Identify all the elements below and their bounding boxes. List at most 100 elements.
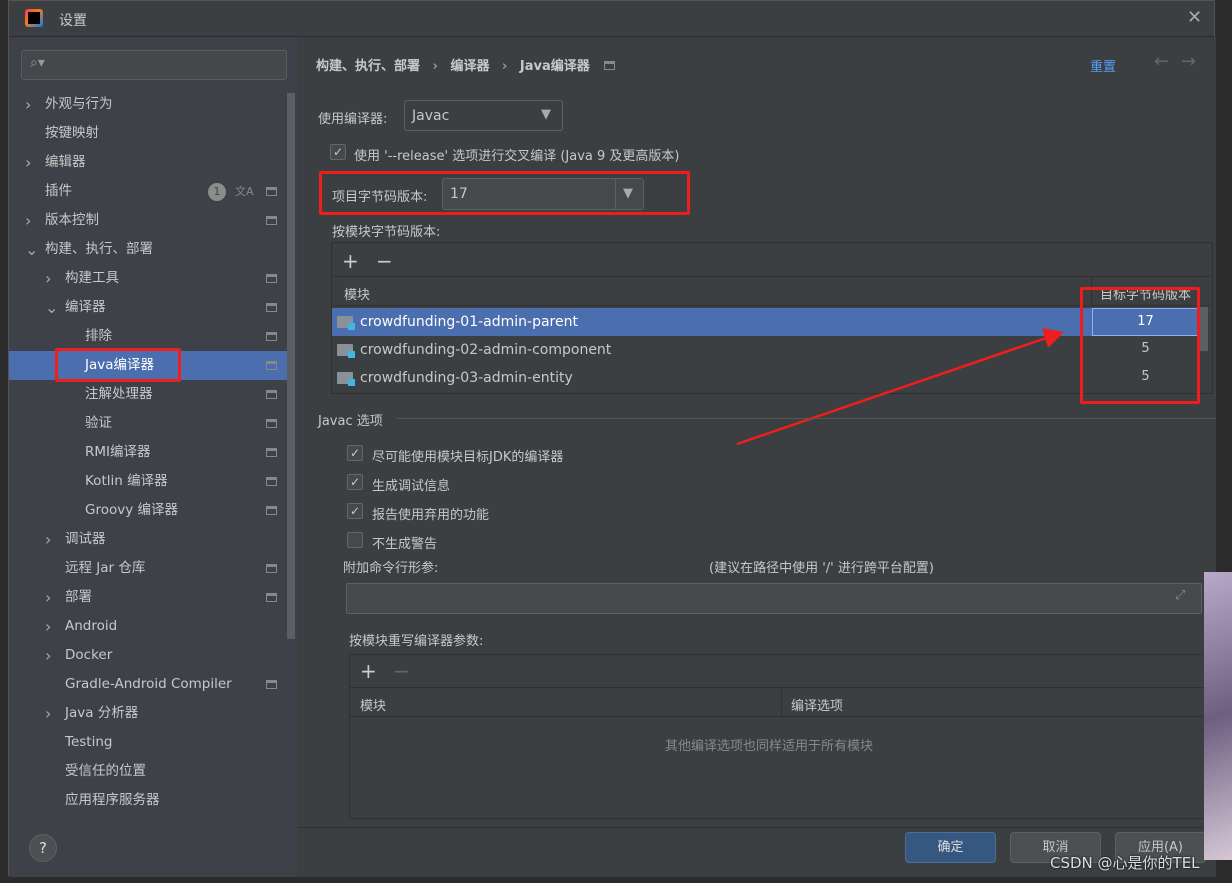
ok-button[interactable]: 确定 — [905, 832, 996, 863]
compiler-label: 使用编译器: — [318, 112, 388, 127]
sidebar-item-label: Kotlin 编译器 — [85, 473, 168, 489]
pin-icon[interactable] — [604, 61, 616, 70]
sidebar-item[interactable]: › 版本控制 — [9, 206, 287, 235]
cmd-hint: (建议在路径中使用 '/' 进行跨平台配置) — [709, 561, 934, 576]
add-icon[interactable]: + — [342, 249, 359, 273]
sidebar-item[interactable]: › 外观与行为 — [9, 90, 287, 119]
update-badge: 1 — [208, 183, 226, 201]
table-scrollbar[interactable] — [1200, 307, 1208, 351]
sidebar-item[interactable]: Kotlin 编译器 — [9, 467, 287, 496]
release-checkbox[interactable]: ✓ — [330, 144, 346, 160]
sidebar-item-label: 部署 — [65, 589, 92, 605]
sidebar-item[interactable]: Gradle-Android Compiler — [9, 670, 287, 699]
chevron-right-icon[interactable]: › — [45, 264, 51, 293]
pin-icon — [266, 564, 277, 573]
module-name: crowdfunding-03-admin-entity — [360, 370, 573, 386]
sidebar-item[interactable]: › 部署 — [9, 583, 287, 612]
pin-icon — [266, 680, 277, 689]
sidebar-item[interactable]: 按键映射 — [9, 119, 287, 148]
cmd-input[interactable]: ⤢ — [346, 583, 1202, 614]
compiler-select[interactable]: Javac ▼ — [404, 100, 563, 131]
sidebar-item-label: 验证 — [85, 415, 112, 431]
chevron-down-icon[interactable]: ⌄ — [45, 293, 58, 322]
option-checkbox[interactable]: ✓ — [347, 445, 363, 461]
column-header-options[interactable]: 编译选项 — [791, 695, 843, 714]
chevron-right-icon[interactable]: › — [45, 699, 51, 728]
pin-icon — [266, 477, 277, 486]
sidebar-item[interactable]: 应用程序服务器 — [9, 786, 287, 815]
sidebar-item[interactable]: 排除 — [9, 322, 287, 351]
help-button[interactable]: ? — [29, 834, 57, 862]
option-checkbox[interactable] — [347, 532, 363, 548]
sidebar-item[interactable]: 远程 Jar 仓库 — [9, 554, 287, 583]
pin-icon — [266, 506, 277, 515]
chevron-right-icon[interactable]: › — [45, 583, 51, 612]
pin-icon — [266, 361, 277, 370]
sidebar-item[interactable]: 验证 — [9, 409, 287, 438]
chevron-right-icon[interactable]: › — [25, 206, 31, 235]
sidebar-item[interactable]: › 构建工具 — [9, 264, 287, 293]
breadcrumb-item[interactable]: 编译器 — [450, 59, 489, 74]
sidebar-item-label: 外观与行为 — [45, 96, 113, 112]
chevron-right-icon[interactable]: › — [45, 612, 51, 641]
main-panel: 构建、执行、部署 › 编译器 › Java编译器 重置 ← → 使用编译器: J… — [297, 37, 1216, 827]
folder-icon — [337, 316, 355, 330]
pin-icon — [266, 419, 277, 428]
option-label: 生成调试信息 — [372, 479, 451, 494]
sidebar-item[interactable]: › 编辑器 — [9, 148, 287, 177]
chevron-right-icon[interactable]: › — [45, 525, 51, 554]
reset-link[interactable]: 重置 — [1090, 56, 1116, 75]
sidebar-item[interactable]: ⌄ 构建、执行、部署 — [9, 235, 287, 264]
override-label: 按模块重写编译器参数: — [349, 634, 484, 649]
sidebar-item[interactable]: Groovy 编译器 — [9, 496, 287, 525]
sidebar-item-label: 按键映射 — [45, 125, 99, 141]
pin-icon — [266, 216, 277, 225]
cmd-label: 附加命令行形参: — [343, 561, 439, 576]
sidebar-item-label: 编译器 — [65, 299, 106, 315]
option-label: 尽可能使用模块目标JDK的编译器 — [372, 450, 564, 465]
window-title: 设置 — [59, 13, 87, 29]
override-table: + − 模块 编译选项 其他编译选项也同样适用于所有模块 — [349, 654, 1209, 819]
expand-icon[interactable]: ⤢ — [1175, 588, 1185, 603]
sidebar-item[interactable]: › Docker — [9, 641, 287, 670]
sidebar-item[interactable]: › 调试器 — [9, 525, 287, 554]
chevron-right-icon[interactable]: › — [25, 148, 31, 177]
sidebar-scrollbar[interactable] — [287, 93, 295, 639]
sidebar-item[interactable]: › Java 分析器 — [9, 699, 287, 728]
chevron-right-icon[interactable]: › — [45, 641, 51, 670]
sidebar-item-label: Groovy 编译器 — [85, 502, 179, 518]
module-name: crowdfunding-01-admin-parent — [360, 314, 578, 330]
forward-arrow-icon[interactable]: → — [1181, 51, 1196, 72]
sidebar-item[interactable]: 插件 1 文A — [9, 177, 287, 206]
back-arrow-icon[interactable]: ← — [1154, 51, 1169, 72]
pin-icon — [266, 390, 277, 399]
remove-icon[interactable]: − — [376, 249, 393, 273]
chevron-right-icon[interactable]: › — [25, 90, 31, 119]
javac-section-title: Javac 选项 — [318, 414, 383, 429]
search-input[interactable]: ⌕▾ — [21, 50, 287, 80]
option-label: 不生成警告 — [372, 537, 438, 552]
option-checkbox[interactable]: ✓ — [347, 474, 363, 490]
column-header-module[interactable]: 模块 — [360, 695, 386, 714]
sidebar-item[interactable]: Testing — [9, 728, 287, 757]
watermark: CSDN @心是你的TEL — [1050, 854, 1200, 872]
chevron-down-icon[interactable]: ⌄ — [25, 235, 38, 264]
sidebar-item[interactable]: RMI编译器 — [9, 438, 287, 467]
column-header-module[interactable]: 模块 — [344, 284, 370, 303]
intellij-logo-icon — [25, 9, 43, 27]
option-checkbox[interactable]: ✓ — [347, 503, 363, 519]
sidebar-item[interactable]: ⌄ 编译器 — [9, 293, 287, 322]
sidebar-item[interactable]: › Android — [9, 612, 287, 641]
chevron-down-icon: ▼ — [541, 107, 551, 122]
close-icon[interactable]: ✕ — [1187, 7, 1202, 28]
sidebar-item-label: 插件 — [45, 183, 72, 199]
breadcrumb-item[interactable]: 构建、执行、部署 — [316, 59, 420, 74]
sidebar-item[interactable]: 注解处理器 — [9, 380, 287, 409]
pin-icon — [266, 332, 277, 341]
pin-icon — [266, 303, 277, 312]
sidebar-item-label: 注解处理器 — [85, 386, 153, 402]
add-icon[interactable]: + — [360, 659, 377, 683]
sidebar-item[interactable]: 受信任的位置 — [9, 757, 287, 786]
sidebar-item-label: 构建、执行、部署 — [45, 241, 153, 257]
folder-icon — [337, 372, 355, 386]
